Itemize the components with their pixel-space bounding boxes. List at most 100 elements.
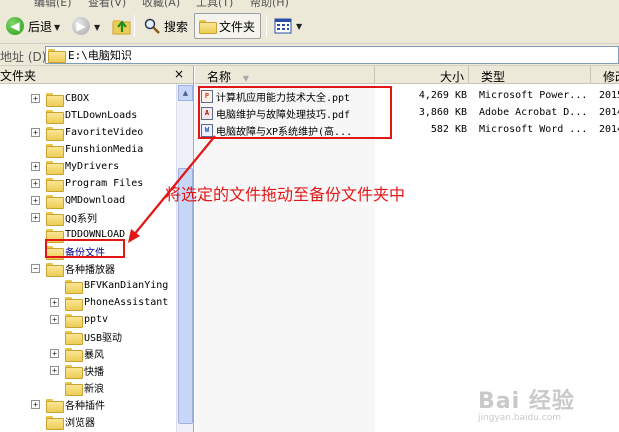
expand-icon[interactable]: +: [50, 349, 59, 358]
tree-item-label: pptv: [84, 314, 109, 325]
menu-bar: 编辑(E) 查看(V) 收藏(A) 工具(T) 帮助(H): [0, 0, 619, 8]
menu-item-tools[interactable]: 工具(T): [196, 0, 233, 8]
tree-item-label: 各种插件: [65, 401, 105, 412]
forward-history-dropdown-icon[interactable]: ▼: [94, 23, 100, 32]
expand-icon[interactable]: +: [31, 94, 40, 103]
expand-icon[interactable]: +: [31, 196, 40, 205]
menu-item-edit[interactable]: 编辑(E): [34, 0, 72, 8]
tree-item[interactable]: + 快播: [50, 362, 104, 379]
watermark-brand: Bai 经验: [478, 389, 575, 414]
tree-item-label: DTLDownLoads: [65, 110, 138, 121]
back-button[interactable]: ◀ 后退: [2, 13, 56, 39]
tree-item[interactable]: + 各种插件: [31, 396, 105, 413]
close-icon[interactable]: ×: [174, 67, 184, 81]
expand-icon[interactable]: +: [50, 366, 59, 375]
tree-item-label: 各种播放器: [65, 265, 115, 276]
tree-item[interactable]: + 暴风: [50, 345, 104, 362]
tree-item[interactable]: + FavoriteVideo: [31, 124, 143, 141]
tree-item-label: MyDrivers: [65, 161, 120, 172]
views-button[interactable]: ▼: [270, 13, 306, 39]
tree-item[interactable]: 浏览器: [31, 413, 95, 430]
expand-icon[interactable]: +: [31, 213, 40, 222]
tree-item[interactable]: FunshionMedia: [31, 141, 143, 158]
tree-item[interactable]: DTLDownLoads: [31, 107, 137, 124]
folder-icon: [65, 364, 83, 379]
tree-item-label: PhoneAssistant: [84, 297, 169, 308]
up-folder-button[interactable]: [108, 13, 136, 39]
folder-icon: [46, 143, 64, 158]
file-type: Microsoft Power...: [479, 90, 588, 101]
standard-toolbar: ◀ 后退 ▼ ▶ ▼ 搜索 文件夹 ▼: [0, 8, 619, 44]
menu-item-favorites[interactable]: 收藏(A): [142, 0, 180, 8]
expand-icon[interactable]: +: [50, 298, 59, 307]
tree-item[interactable]: + CBOX: [31, 90, 89, 107]
folder-icon: [46, 126, 64, 141]
address-input[interactable]: E:\电脑知识: [45, 46, 619, 64]
scroll-up-icon[interactable]: ▲: [178, 85, 193, 101]
tree-item-label: FavoriteVideo: [65, 127, 144, 138]
folder-icon: [46, 177, 64, 192]
tree-item[interactable]: + QQ系列: [31, 209, 97, 226]
sort-descending-icon: ▼: [242, 74, 249, 83]
selected-files-highlight: [198, 86, 392, 139]
tree-item[interactable]: + QMDownload: [31, 192, 125, 209]
address-label: 地址 (D): [0, 50, 47, 64]
tree-item-label: QMDownload: [65, 195, 126, 206]
address-bar: 地址 (D) E:\电脑知识: [0, 44, 619, 66]
folder-icon: [46, 92, 64, 107]
tree-item[interactable]: − 各种播放器: [31, 260, 115, 277]
folder-icon: [46, 398, 64, 413]
tree-item[interactable]: + Program Files: [31, 175, 143, 192]
folders-toggle-button[interactable]: 文件夹: [194, 13, 261, 39]
folder-icon: [65, 313, 83, 328]
tree-item-label: 新浪: [84, 384, 104, 395]
collapse-icon[interactable]: −: [31, 264, 40, 273]
watermark-url: jingyan.baidu.com: [478, 413, 562, 423]
views-dropdown-icon: ▼: [296, 21, 303, 31]
column-header-size[interactable]: 大小: [375, 66, 469, 84]
folder-icon: [46, 211, 64, 226]
tree-item[interactable]: + PhoneAssistant: [50, 294, 168, 311]
tree-item-label: USB驱动: [84, 333, 123, 344]
tree-item-label: QQ系列: [65, 214, 98, 225]
folder-icon: [46, 262, 64, 277]
address-path: E:\电脑知识: [68, 49, 132, 62]
tree-item[interactable]: BFVKanDianYing: [50, 277, 168, 294]
expand-icon[interactable]: +: [31, 400, 40, 409]
folder-icon: [65, 330, 83, 345]
folder-icon: [65, 296, 83, 311]
scrollbar-thumb[interactable]: [178, 168, 193, 424]
expand-icon[interactable]: +: [50, 315, 59, 324]
tree-item[interactable]: + MyDrivers: [31, 158, 119, 175]
forward-button[interactable]: ▶: [68, 13, 94, 39]
column-name-label: 名称: [207, 70, 232, 84]
column-header-modified[interactable]: 修改: [591, 66, 619, 84]
views-grid-icon: [274, 18, 292, 34]
search-label: 搜索: [164, 19, 189, 34]
folder-icon: [65, 347, 83, 362]
tree-item[interactable]: + pptv: [50, 311, 108, 328]
file-type: Adobe Acrobat D...: [479, 107, 588, 118]
folder-icon: [46, 109, 64, 124]
tree-item-label: 快播: [84, 367, 104, 378]
folder-icon: [46, 415, 64, 430]
expand-icon[interactable]: +: [31, 162, 40, 171]
search-icon: [144, 18, 160, 34]
baidu-jingyan-watermark: Bai 经验 jingyan.baidu.com: [478, 383, 575, 423]
column-header-name[interactable]: 名称 ▼: [195, 66, 375, 84]
tree-item[interactable]: 新浪: [50, 379, 104, 396]
back-history-dropdown-icon[interactable]: ▼: [54, 23, 60, 32]
menu-item-view[interactable]: 查看(V): [88, 0, 126, 8]
expand-icon[interactable]: +: [31, 179, 40, 188]
search-button[interactable]: 搜索: [140, 13, 192, 39]
folder-up-icon: [112, 20, 131, 35]
folders-toggle-label: 文件夹: [219, 19, 256, 34]
column-modified-label: 修改: [603, 70, 619, 84]
folders-scrollbar[interactable]: ▲: [176, 84, 193, 432]
column-header-type[interactable]: 类型: [469, 66, 591, 84]
tree-item[interactable]: USB驱动: [50, 328, 122, 345]
tree-item-label: FunshionMedia: [65, 144, 144, 155]
expand-icon[interactable]: +: [31, 128, 40, 137]
folder-icon: [65, 279, 83, 294]
menu-item-help[interactable]: 帮助(H): [250, 0, 289, 8]
